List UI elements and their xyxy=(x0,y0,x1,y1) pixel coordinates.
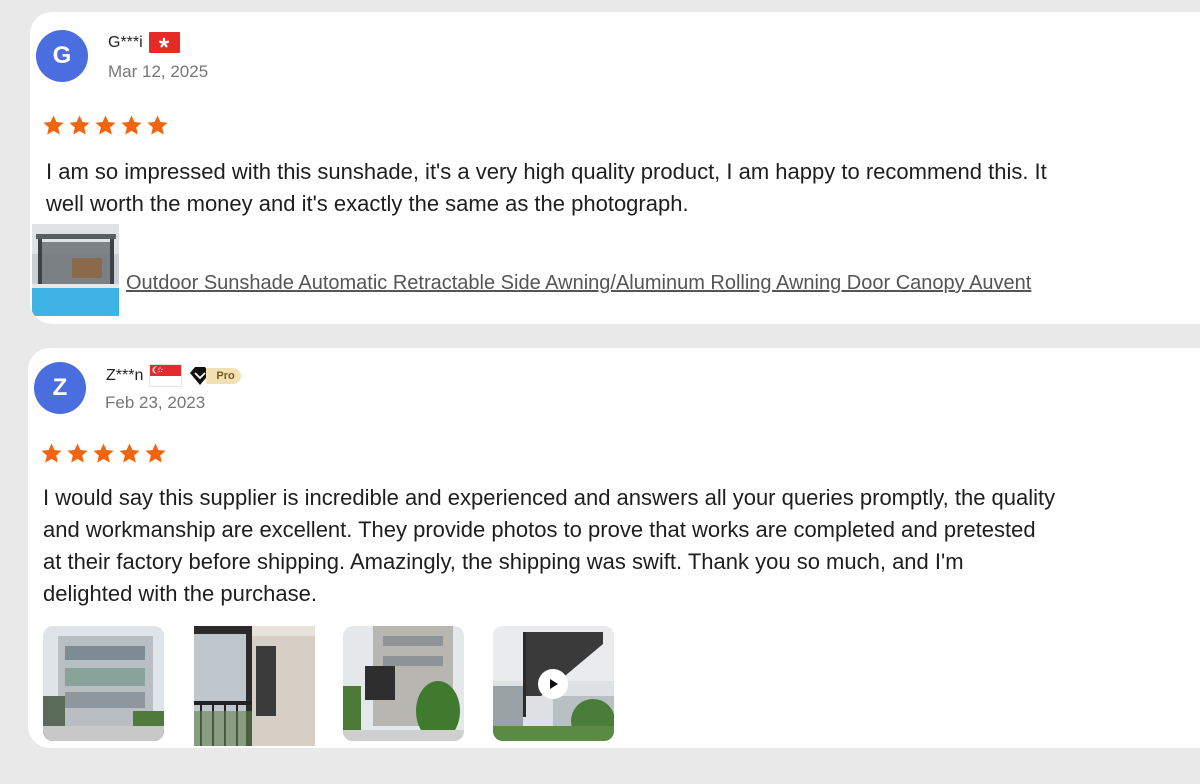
review-card: Z Z***n Pro Feb 23, 2023 I would say thi… xyxy=(28,348,1200,748)
star-icon xyxy=(121,115,142,135)
product-link[interactable]: Outdoor Sunshade Automatic Retractable S… xyxy=(126,272,1031,295)
star-icon xyxy=(147,115,168,135)
pro-badge: Pro xyxy=(188,366,241,386)
reviewer-name-row: G***i xyxy=(108,32,180,53)
star-icon xyxy=(43,115,64,135)
pro-label: Pro xyxy=(206,367,241,384)
star-icon xyxy=(119,443,140,463)
review-text-line: well worth the money and it's exactly th… xyxy=(46,191,689,216)
review-date: Mar 12, 2025 xyxy=(108,62,209,81)
star-icon xyxy=(69,115,90,135)
review-text-line: at their factory before shipping. Amazin… xyxy=(43,549,964,574)
reviewer-name: G***i xyxy=(108,33,143,51)
review-card: G G***i Mar 12, 2025 I am so impressed w… xyxy=(30,12,1200,324)
singapore-flag-icon xyxy=(149,364,183,387)
star-icon xyxy=(67,443,88,463)
reviewer-name-row: Z***n Pro xyxy=(106,364,241,387)
avatar: Z xyxy=(34,362,86,414)
product-thumbnail[interactable] xyxy=(32,224,119,316)
star-icon xyxy=(95,115,116,135)
star-icon xyxy=(41,443,62,463)
star-icon xyxy=(93,443,114,463)
review-photo[interactable] xyxy=(343,626,464,741)
avatar: G xyxy=(36,30,88,82)
review-text-line: I am so impressed with this sunshade, it… xyxy=(46,159,1047,184)
reviewer-name: Z***n xyxy=(106,366,144,384)
play-icon[interactable] xyxy=(538,669,568,699)
avatar-initial: Z xyxy=(52,374,68,401)
review-photo[interactable] xyxy=(194,626,315,746)
star-rating xyxy=(42,114,169,137)
review-text: I would say this supplier is incredible … xyxy=(43,482,1055,610)
avatar-initial: G xyxy=(52,42,72,69)
review-date: Feb 23, 2023 xyxy=(105,393,206,412)
star-rating xyxy=(40,442,167,465)
review-photo[interactable] xyxy=(43,626,164,741)
review-text-line: and workmanship are excellent. They prov… xyxy=(43,517,1036,542)
review-text-line: I would say this supplier is incredible … xyxy=(43,485,1056,510)
hong-kong-flag-icon xyxy=(148,32,180,53)
star-icon xyxy=(145,443,166,463)
review-text: I am so impressed with this sunshade, it… xyxy=(46,156,1047,220)
review-video[interactable] xyxy=(493,626,614,741)
review-text-line: delighted with the purchase. xyxy=(43,581,317,606)
